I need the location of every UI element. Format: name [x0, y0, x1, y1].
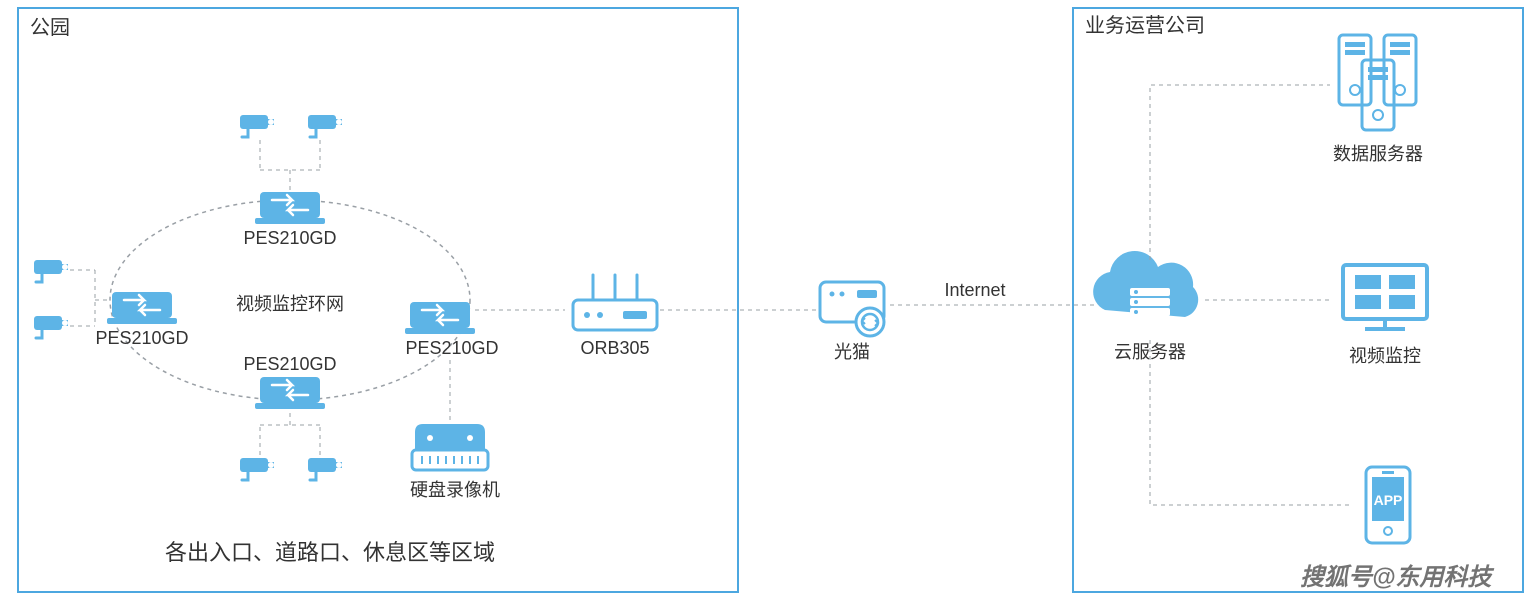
- network-diagram: APP 公园 视频监控环网 PES210GD: [0, 0, 1538, 600]
- server-icon: [1339, 35, 1371, 105]
- watermark: 搜狐号@东用科技: [1300, 564, 1494, 591]
- internet-label: Internet: [944, 280, 1005, 300]
- cloud-icon: [1093, 251, 1198, 317]
- camera-icon: [308, 458, 342, 480]
- company-title: 业务运营公司: [1085, 14, 1205, 37]
- switch-left-icon: [107, 292, 177, 324]
- switch-right-label: PES210GD: [405, 338, 498, 358]
- ring-label: 视频监控环网: [236, 294, 344, 314]
- router-icon: [573, 275, 657, 330]
- camera-icon: [34, 260, 68, 282]
- monitor-icon: [1343, 265, 1427, 329]
- modem-label: 光猫: [834, 342, 870, 362]
- link-cloud-app: [1150, 340, 1350, 505]
- switch-bottom-label: PES210GD: [243, 354, 336, 374]
- router-label: ORB305: [580, 338, 649, 358]
- camera-icon: [308, 115, 342, 137]
- monitor-label: 视频监控: [1349, 346, 1421, 366]
- dvr-icon: [412, 424, 488, 470]
- servers-label: 数据服务器: [1333, 144, 1423, 164]
- link-cloud-servers: [1150, 85, 1330, 260]
- switch-top-label: PES210GD: [243, 228, 336, 248]
- camera-icon: [240, 458, 274, 480]
- camera-icon: [240, 115, 274, 137]
- park-caption: 各出入口、道路口、休息区等区域: [165, 540, 495, 565]
- switch-bottom-icon: [255, 377, 325, 409]
- switch-left-label: PES210GD: [95, 328, 188, 348]
- phone-icon: [1366, 467, 1410, 543]
- park-title: 公园: [30, 17, 70, 39]
- dvr-label: 硬盘录像机: [410, 480, 500, 500]
- switch-top-icon: [255, 192, 325, 224]
- server-icon: [1362, 60, 1394, 130]
- server-icon: [1384, 35, 1416, 105]
- modem-icon: [820, 282, 884, 336]
- camera-icon: [34, 316, 68, 338]
- switch-right-icon: [405, 302, 475, 334]
